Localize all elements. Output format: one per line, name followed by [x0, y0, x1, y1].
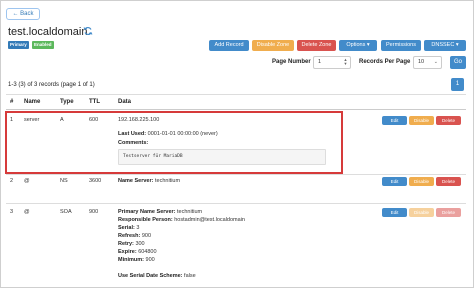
delete-button[interactable]: Delete: [436, 116, 461, 125]
disable-button[interactable]: Disable: [409, 177, 434, 186]
delete-button[interactable]: Delete: [436, 208, 461, 217]
delete-zone-button[interactable]: Delete Zone: [297, 40, 336, 51]
serial-scheme-line: Use Serial Date Scheme: false: [118, 273, 196, 279]
row-type: NS: [60, 178, 68, 184]
expire-value: 604800: [138, 249, 157, 255]
serial-value: 3: [136, 225, 140, 231]
dnssec-dropdown[interactable]: DNSSEC ▾: [424, 40, 466, 51]
serial-label: Serial:: [118, 225, 135, 231]
refresh-label: Refresh:: [118, 233, 141, 239]
disable-button[interactable]: Disable: [409, 208, 434, 217]
permissions-button[interactable]: Permissions: [381, 40, 421, 51]
header-divider: [6, 109, 466, 110]
delete-button[interactable]: Delete: [436, 177, 461, 186]
header-num: #: [10, 99, 14, 105]
row-num: 2: [10, 178, 14, 184]
records-per-page-label: Records Per Page: [359, 59, 411, 65]
header-type: Type: [60, 99, 74, 105]
back-button[interactable]: ← Back: [6, 8, 40, 20]
retry-label: Retry:: [118, 241, 134, 247]
row-name: @: [24, 209, 30, 215]
retry-value: 300: [135, 241, 145, 247]
minimum-line: Minimum: 900: [118, 257, 155, 263]
go-button[interactable]: Go: [450, 56, 466, 69]
chevron-down-icon: ⌄: [433, 59, 438, 65]
zone-title: test.localdomain: [8, 26, 88, 38]
edit-button[interactable]: Edit: [382, 208, 407, 217]
refresh-icon[interactable]: [83, 26, 93, 36]
minimum-value: 900: [145, 257, 155, 263]
page-button-1[interactable]: 1: [451, 78, 464, 91]
expire-label: Expire:: [118, 249, 137, 255]
responsible-value: hostadmin@test.localdomain: [174, 217, 245, 223]
name-server-value: technitium: [155, 178, 181, 184]
name-server-label: Name Server:: [118, 178, 154, 184]
minimum-label: Minimum:: [118, 257, 144, 263]
records-per-page-select[interactable]: 10 ⌄: [413, 56, 442, 69]
expire-line: Expire: 604800: [118, 249, 157, 255]
primary-badge: Primary: [8, 41, 29, 49]
header-ttl: TTL: [89, 99, 100, 105]
header-data: Data: [118, 99, 132, 105]
header-name: Name: [24, 99, 41, 105]
page-number-value: 1: [318, 59, 322, 65]
records-per-page-value: 10: [418, 59, 425, 65]
primary-ns-label: Primary Name Server:: [118, 209, 176, 215]
name-server-line: Name Server: technitium: [118, 178, 180, 184]
refresh-line: Refresh: 900: [118, 233, 151, 239]
disable-button[interactable]: Disable: [409, 116, 434, 125]
add-record-button[interactable]: Add Record: [209, 40, 249, 51]
page-number-label: Page Number: [272, 59, 311, 65]
row-type: SOA: [60, 209, 72, 215]
primary-ns-value: technitium: [177, 209, 203, 215]
highlight-box: [5, 111, 343, 174]
refresh-value: 900: [141, 233, 152, 239]
serial-line: Serial: 3: [118, 225, 139, 231]
primary-ns-line: Primary Name Server: technitium: [118, 209, 202, 215]
responsible-label: Responsible Person:: [118, 217, 173, 223]
serial-scheme-label: Use Serial Date Scheme:: [118, 273, 183, 279]
row-divider: [6, 203, 466, 204]
retry-line: Retry: 300: [118, 241, 145, 247]
divider: [6, 94, 466, 95]
page-number-input[interactable]: 1 ▲ ▼: [313, 56, 351, 69]
disable-zone-button[interactable]: Disable Zone: [252, 40, 294, 51]
row-divider: [6, 174, 466, 175]
row-ttl: 3600: [89, 178, 102, 184]
edit-button[interactable]: Edit: [382, 116, 407, 125]
edit-button[interactable]: Edit: [382, 177, 407, 186]
enabled-badge: Enabled: [32, 41, 54, 49]
row-num: 3: [10, 209, 14, 215]
records-summary: 1-3 (3) of 3 records (page 1 of 1): [8, 82, 95, 88]
stepper-icon[interactable]: ▲ ▼: [343, 58, 348, 66]
responsible-line: Responsible Person: hostadmin@test.local…: [118, 217, 245, 223]
options-dropdown[interactable]: Options ▾: [339, 40, 377, 51]
row-ttl: 900: [89, 209, 99, 215]
serial-scheme-value: false: [184, 273, 196, 279]
row-name: @: [24, 178, 30, 184]
